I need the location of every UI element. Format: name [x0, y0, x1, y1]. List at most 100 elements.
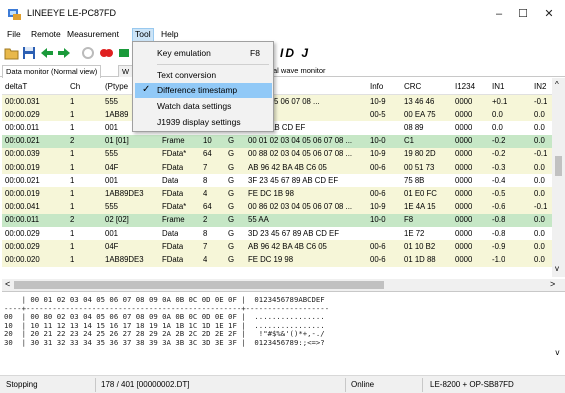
header-col-deltat[interactable]: deltaT	[5, 82, 27, 91]
tool-icon[interactable]	[116, 45, 132, 61]
header-col-ptype[interactable]: (Ptype	[105, 82, 128, 91]
hex-dump-pane[interactable]: v | 00 01 02 03 04 05 06 07 08 09 0A 0B …	[2, 291, 565, 364]
menu-tool[interactable]: Tool	[132, 28, 154, 42]
cell-data: 55 AA	[248, 215, 269, 225]
table-row[interactable]: 00:00.031 1 555 03 04 05 06 07 08 ... 10-9 13…	[2, 95, 552, 109]
tab-w[interactable]: W	[118, 65, 134, 77]
close-button[interactable]: ✕	[538, 3, 560, 25]
cell-len: 4	[203, 254, 208, 264]
grid-vertical-scrollbar[interactable]: ^ v	[552, 78, 565, 277]
cell-flag: G	[228, 228, 235, 238]
maximize-button[interactable]: ☐	[512, 3, 534, 25]
header-col-crc[interactable]: CRC	[404, 82, 421, 91]
cell-ptype: 001	[105, 228, 119, 238]
table-row[interactable]: 00:00.041 1 555 FData* 64 G 00 86 02 03 04 05 …	[2, 200, 552, 214]
cell-info: 00-5	[370, 109, 386, 119]
menu-remote[interactable]: Remote	[30, 29, 62, 39]
header-col-i1234[interactable]: I1234	[455, 82, 475, 91]
header-col-in1[interactable]: IN1	[492, 82, 504, 91]
cell-in2: 0.0	[534, 122, 545, 132]
hex-vertical-scrollbar[interactable]: v	[552, 292, 565, 364]
hscroll-thumb[interactable]	[14, 281, 384, 289]
header-col-in2[interactable]: IN2	[534, 82, 546, 91]
status-connection: Online	[351, 380, 375, 389]
hex-scroll-down-icon[interactable]: v	[555, 348, 560, 357]
cell-ptype: 555	[105, 96, 119, 106]
cell-data: FE DC 1B 98	[248, 188, 294, 198]
cell-ch: 1	[70, 162, 75, 172]
cell-ptype: 02 [02]	[105, 215, 129, 225]
status-position: 178 / 401 [00000002.DT]	[101, 380, 190, 389]
cell-type: Data	[162, 228, 179, 238]
cell-data: AB 96 42 BA 4B C6 05	[248, 162, 327, 172]
save-icon[interactable]	[21, 45, 37, 61]
cell-ptype: 001	[105, 175, 119, 185]
cell-i1234: 0000	[455, 109, 473, 119]
menu-item-difference-timestamp[interactable]: ✓ Difference timestamp	[135, 83, 272, 98]
menu-help[interactable]: Help	[160, 29, 179, 39]
cell-in2: 0.0	[534, 228, 545, 238]
table-row[interactable]: 00:00.021 1 001 Data 8 G 3F 23 45 67 89 AB CD …	[2, 174, 552, 188]
header-col-info[interactable]: Info	[370, 82, 383, 91]
minimize-button[interactable]: –	[488, 3, 510, 25]
toolbar: ID J	[0, 42, 565, 64]
arrow-left-icon[interactable]	[39, 45, 55, 61]
cell-len: 7	[203, 241, 208, 251]
grid-horizontal-scrollbar[interactable]: < >	[2, 279, 565, 291]
cell-ch: 1	[70, 175, 75, 185]
arrow-right-icon[interactable]	[56, 45, 72, 61]
menu-item-key-emulation[interactable]: Key emulation F8	[135, 46, 272, 61]
table-row[interactable]: 00:00.011 1 001 67 89 AB CD EF 08 89 0000 0.0 0…	[2, 121, 552, 135]
status-device: LE-8200 + OP-SB87FD	[430, 380, 514, 389]
scroll-thumb[interactable]	[555, 156, 562, 176]
cell-ptype: 04F	[105, 241, 119, 251]
cell-flag: G	[228, 215, 235, 225]
cell-info: 00-6	[370, 162, 386, 172]
cell-flag: G	[228, 254, 235, 264]
data-grid[interactable]: deltaT Ch (Ptype Info CRC I1234 IN1 IN2 00:00.0…	[2, 78, 552, 277]
menu-item-label: Watch data settings	[157, 101, 232, 111]
open-folder-icon[interactable]	[4, 45, 20, 61]
scroll-left-icon[interactable]: <	[5, 279, 10, 289]
cell-flag: G	[228, 188, 235, 198]
scroll-right-icon[interactable]: >	[550, 279, 555, 289]
cell-ch: 1	[70, 228, 75, 238]
cell-deltat: 00:00.011	[5, 215, 40, 225]
table-row[interactable]: 00:00.020 1 1AB89DE3 FData 4 G FE DC 19 98 00-6…	[2, 253, 552, 267]
cell-ptype: 1AB89DE3	[105, 254, 144, 264]
cell-in2: 0.0	[534, 188, 545, 198]
table-row[interactable]: 00:00.039 1 555 FData* 64 G 00 88 02 03 04 05 …	[2, 147, 552, 161]
stop-icon[interactable]	[98, 45, 114, 61]
cell-crc: 01 E0 FC	[404, 188, 437, 198]
cell-in2: 0.0	[534, 162, 545, 172]
cell-ch: 1	[70, 149, 75, 159]
menu-item-j1939-display-settings[interactable]: J1939 display settings	[135, 115, 272, 130]
cell-ch: 1	[70, 96, 75, 106]
cell-info: 00-6	[370, 254, 386, 264]
cell-len: 2	[203, 215, 208, 225]
table-row[interactable]: 00:00.029 1 001 Data 8 G 3D 23 45 67 89 AB CD …	[2, 227, 552, 241]
cell-ptype: 555	[105, 149, 119, 159]
table-row[interactable]: 00:00.019 1 04F FData 7 G AB 96 42 BA 4B C6 05…	[2, 161, 552, 175]
tab-data-monitor[interactable]: Data monitor (Normal view)	[2, 65, 102, 78]
header-col-ch[interactable]: Ch	[70, 82, 80, 91]
id-filter-label[interactable]: ID J	[280, 46, 310, 60]
menu-measurement[interactable]: Measurement	[66, 29, 120, 39]
scroll-down-icon[interactable]: v	[555, 264, 559, 273]
table-row[interactable]: 00:00.02911AB899800-500 EA 7500000.00.0	[2, 108, 552, 122]
cell-data: 00 01 02 03 04 05 06 07 08 ...	[248, 136, 353, 146]
table-row[interactable]: 00:00.019 1 1AB89DE3 FData 4 G FE DC 1B 98 00-6…	[2, 187, 552, 201]
table-row[interactable]: 00:00.011 2 02 [02] Frame 2 G 55 AA 10-0 F8 0000 -…	[2, 213, 552, 227]
menu-item-watch-data-settings[interactable]: Watch data settings	[135, 99, 272, 114]
circle-icon[interactable]	[80, 45, 96, 61]
cell-ch: 1	[70, 254, 75, 264]
menu-item-text-conversion[interactable]: Text conversion	[135, 68, 272, 83]
cell-deltat: 00:00.039	[5, 149, 40, 159]
tab-signal-wave[interactable]: al wave monitor	[270, 65, 329, 77]
menu-file[interactable]: File	[6, 29, 22, 39]
cell-in2: 0.0	[534, 136, 545, 146]
cell-i1234: 0000	[455, 202, 473, 212]
table-row[interactable]: 00:00.021 2 01 [01] Frame 10 G 00 01 02 03 04 …	[2, 134, 552, 148]
scroll-up-icon[interactable]: ^	[555, 80, 559, 89]
table-row[interactable]: 00:00.029 1 04F FData 7 G AB 96 42 BA 4B C6 05…	[2, 240, 552, 254]
